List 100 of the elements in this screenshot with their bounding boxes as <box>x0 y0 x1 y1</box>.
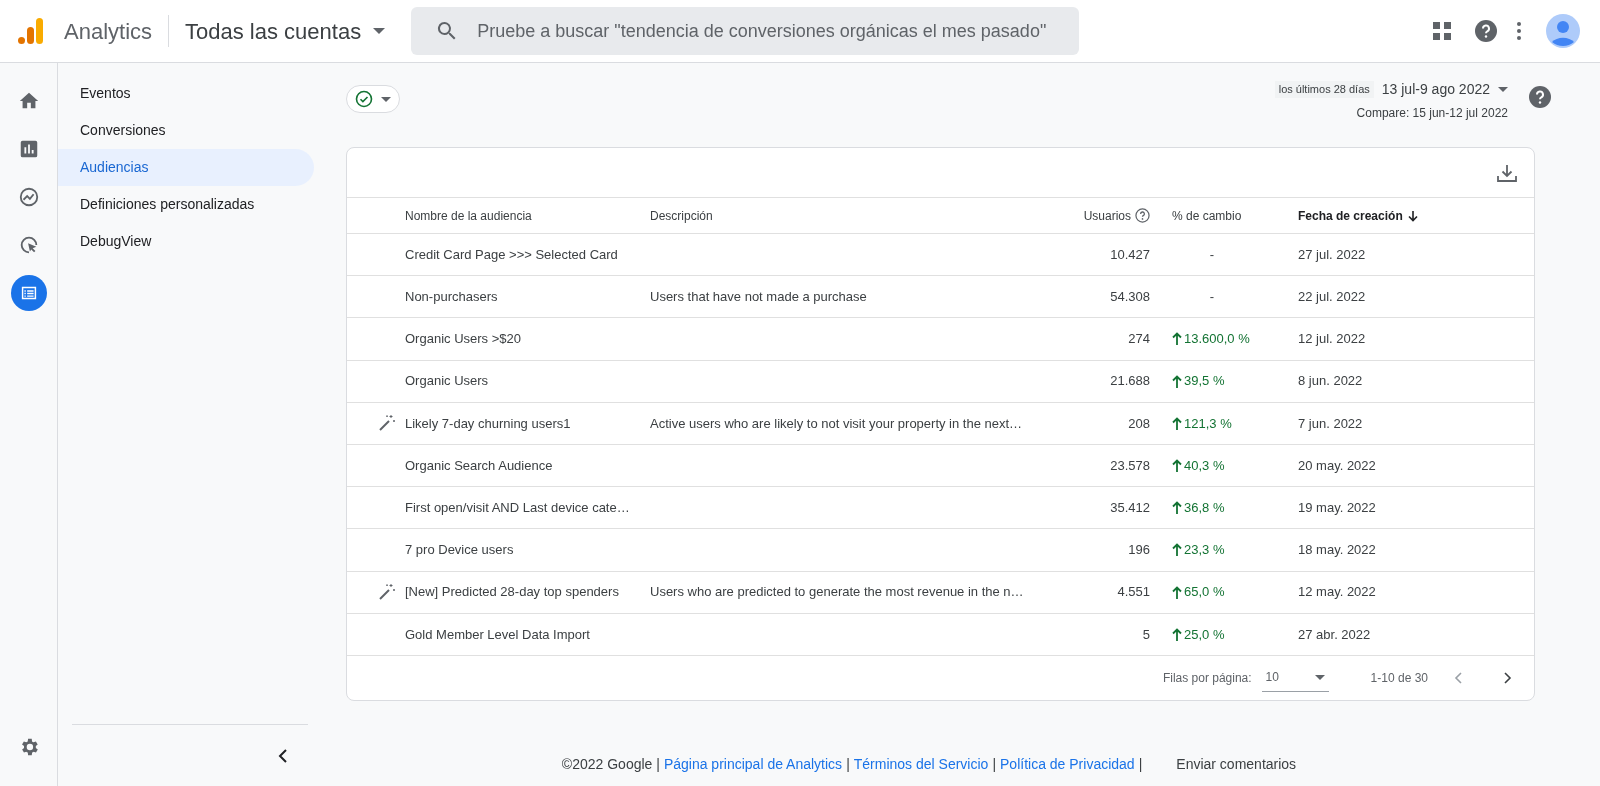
column-header: Nombre de la audiencia <box>405 208 532 223</box>
table-cell: 4.551 <box>1117 584 1150 600</box>
up-arrow-icon <box>1172 543 1182 557</box>
table-cell: 23.578 <box>1110 457 1150 473</box>
collapse-chevron-icon[interactable] <box>278 747 288 764</box>
copyright-text: ©2022 Google | <box>561 754 660 774</box>
table-row[interactable]: Credit Card Page >>> Selected Card 10.427 - 27 jul. 2022 <box>347 234 1534 277</box>
more-options-icon[interactable] <box>1516 21 1522 41</box>
table-row[interactable]: Gold Member Level Data Import 5 25,0 % 27 abr. 2022 <box>347 613 1534 656</box>
audience-name[interactable]: First open/visit AND Last device cate… <box>405 499 630 515</box>
column-header: Descripción <box>650 208 713 223</box>
table-cell: Users who are predicted to generate the most revenue in the n… <box>650 584 1024 600</box>
previous-page-icon[interactable] <box>1454 671 1462 684</box>
table-row[interactable]: [New] Predicted 28-day top spenders Users who are predicted to generate the most revenue in the n… 4.551 65,0 % 12 may. 2022 <box>347 571 1534 614</box>
audience-name[interactable]: 7 pro Device users <box>405 542 514 558</box>
column-header[interactable]: Fecha de creación <box>1298 206 1403 225</box>
table-row[interactable]: Likely 7-day churning users1 Active users who are likely to not visit your property in the next… 208 121,3 % 7 jun. 2022 <box>347 402 1534 445</box>
date-preset-label: los últimos 28 días <box>1274 81 1374 98</box>
table-row[interactable]: Organic Search Audience 23.578 40,3 % 20 may. 2022 <box>347 444 1534 488</box>
table-cell: 21.688 <box>1110 373 1150 389</box>
feedback-link[interactable]: Enviar comentarios <box>1176 753 1297 775</box>
change-value: - <box>1208 245 1216 264</box>
date-range-selector[interactable]: 13 jul-9 ago 2022 <box>1381 79 1508 100</box>
table-row[interactable]: Organic Users >$20 274 13.600,0 % 12 jul. 2022 <box>347 318 1534 361</box>
sidebar-item[interactable]: DebugView <box>58 223 314 260</box>
compare-range: Compare: 15 jun-12 jul 2022 <box>1356 105 1508 122</box>
sidebar-item[interactable]: Eventos <box>58 75 314 112</box>
audience-name[interactable]: Non-purchasers <box>405 289 498 305</box>
change-value: - <box>1208 288 1216 307</box>
table-cell: 20 may. 2022 <box>1298 457 1376 473</box>
avatar-icon[interactable] <box>1546 14 1580 48</box>
table-cell: 196 <box>1128 542 1150 558</box>
next-page-icon[interactable] <box>1504 671 1512 684</box>
up-arrow-icon <box>1172 459 1182 473</box>
sidebar-item[interactable]: Definiciones personalizadas <box>58 186 314 223</box>
audience-name[interactable]: Organic Users <box>405 373 489 389</box>
audience-name[interactable]: Likely 7-day churning users1 <box>405 415 571 431</box>
change-value: 36,8 % <box>1172 497 1290 518</box>
sidebar-item[interactable]: Audiencias <box>58 149 314 186</box>
table-row[interactable]: Non-purchasers Users that have not made a purchase 54.308 - 22 jul. 2022 <box>347 276 1534 319</box>
apps-grid-icon[interactable] <box>1433 22 1451 40</box>
table-cell: 54.308 <box>1110 289 1150 305</box>
table-cell: 208 <box>1128 415 1150 431</box>
analytics-logo-icon <box>16 16 46 46</box>
page-range: 1-10 de 30 <box>1370 669 1428 687</box>
trend-chart-icon <box>17 186 40 208</box>
up-arrow-icon <box>1172 627 1182 641</box>
audience-name[interactable]: Organic Search Audience <box>405 457 553 473</box>
change-value: 39,5 % <box>1172 371 1290 391</box>
table-cell: 27 abr. 2022 <box>1298 626 1371 642</box>
help-icon[interactable] <box>1528 85 1552 109</box>
up-arrow-icon <box>1172 374 1182 388</box>
sidebar-item[interactable]: Conversiones <box>58 112 314 149</box>
search-field[interactable]: Pruebe a buscar "tendencia de conversiones orgánicas el mes pasado" <box>411 7 1080 55</box>
table-row[interactable]: 7 pro Device users 196 23,3 % 18 may. 2022 <box>347 529 1534 572</box>
audience-name[interactable]: Organic Users >$20 <box>405 331 521 347</box>
footer-link[interactable]: Política de Privacidad <box>1000 753 1135 775</box>
footer-link[interactable]: Términos del Servicio <box>853 753 989 775</box>
table-cell: 22 jul. 2022 <box>1298 289 1366 305</box>
comparison-filter-button[interactable] <box>346 85 400 113</box>
rows-per-page-select[interactable]: 10 <box>1261 663 1329 692</box>
table-cell: Active users who are likely to not visit your property in the next… <box>650 415 1023 431</box>
dropdown-arrow-icon <box>373 28 386 34</box>
table-cell: 12 may. 2022 <box>1298 584 1376 600</box>
table-cell: 35.412 <box>1110 499 1150 515</box>
table-row[interactable]: First open/visit AND Last device cate… 35.412 36,8 % 19 may. 2022 <box>347 487 1534 530</box>
table-cell: 274 <box>1128 331 1150 347</box>
change-value: 13.600,0 % <box>1172 329 1290 349</box>
audience-name[interactable]: Credit Card Page >>> Selected Card <box>405 246 618 262</box>
separator-text: | <box>846 754 850 774</box>
check-circle-icon <box>355 90 373 108</box>
table-cell: 5 <box>1142 626 1150 642</box>
audience-name[interactable]: Gold Member Level Data Import <box>405 626 590 642</box>
change-value: 23,3 % <box>1172 540 1290 560</box>
column-header[interactable]: Usuarios <box>1083 206 1131 225</box>
column-header[interactable]: % de cambio <box>1172 208 1242 223</box>
separator-text: | <box>992 754 996 774</box>
up-arrow-icon <box>1172 585 1182 599</box>
change-value: 25,0 % <box>1172 624 1290 645</box>
audience-name[interactable]: [New] Predicted 28-day top spenders <box>405 584 619 600</box>
separator-text: | <box>1138 754 1143 774</box>
dropdown-arrow-icon <box>381 96 391 102</box>
table-cell: 18 may. 2022 <box>1298 542 1376 558</box>
dropdown-arrow-icon <box>1314 674 1325 680</box>
footer-link[interactable]: Página principal de Analytics <box>663 753 843 775</box>
product-name: Analytics <box>64 17 153 46</box>
up-arrow-icon <box>1172 416 1182 430</box>
help-icon[interactable] <box>1474 19 1498 43</box>
help-icon[interactable] <box>1135 208 1150 223</box>
table-cell: 27 jul. 2022 <box>1298 246 1366 262</box>
table-row[interactable]: Organic Users 21.688 39,5 % 8 jun. 2022 <box>347 360 1534 403</box>
table-cell: 8 jun. 2022 <box>1298 373 1363 389</box>
change-value: 121,3 % <box>1172 413 1290 434</box>
sort-descending-icon[interactable] <box>1406 209 1419 222</box>
rows-per-page-label: Filas por página: <box>1162 669 1252 687</box>
table-cell: 7 jun. 2022 <box>1298 415 1363 431</box>
list-nav-button[interactable] <box>10 275 47 311</box>
account-selector[interactable]: Todas las cuentas <box>185 14 386 48</box>
up-arrow-icon <box>1172 332 1182 346</box>
up-arrow-icon <box>1172 501 1182 515</box>
